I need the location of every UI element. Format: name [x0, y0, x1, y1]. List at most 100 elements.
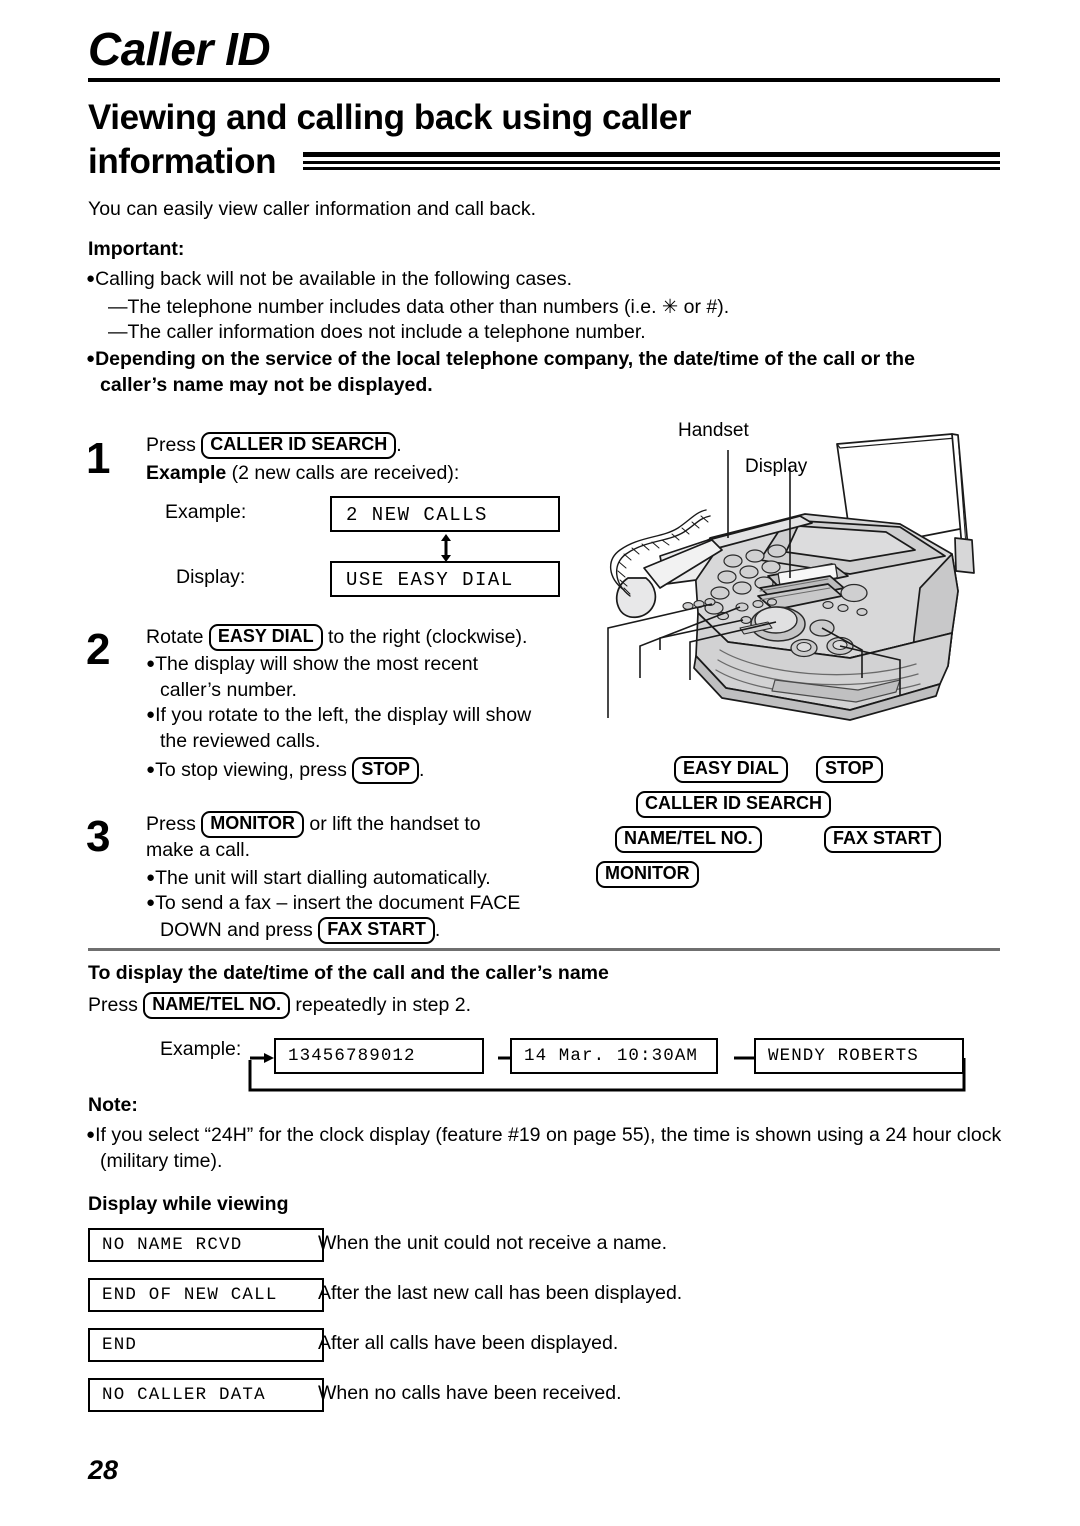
note-body: ●If you select “24H” for the clock displ… [86, 1122, 1006, 1175]
section-title-line1: Viewing and calling back using caller [88, 98, 692, 137]
lcd-use-easy-dial: USE EASY DIAL [330, 561, 560, 597]
step-3-bullet-1-text: The unit will start dialling automatical… [155, 866, 491, 889]
flow-box-number: 13456789012 [274, 1038, 484, 1074]
display-while-viewing-heading: Display while viewing [88, 1193, 289, 1215]
note-line-2: (military time). [100, 1150, 223, 1173]
step-2-stop-post: . [419, 758, 425, 781]
display-while-viewing-desc-4: When no calls have been received. [318, 1382, 622, 1404]
callout-key-name-tel-no[interactable]: NAME/TEL NO. [615, 826, 762, 853]
step-2-bullet-1-line1: The display will show the most recent [155, 652, 479, 675]
bullet-dot-icon: ● [146, 760, 156, 778]
chapter-rule [88, 78, 1000, 82]
important-dash-1: —The telephone number includes data othe… [108, 296, 730, 318]
lcd-end-of-new-call: END OF NEW CALL [88, 1278, 324, 1312]
step-3-bullet-2-pre: DOWN and press [160, 919, 313, 942]
step-2-bullet-2-line2: the reviewed calls. [160, 730, 321, 753]
step-2-bullet-3: ●To stop viewing, press STOP. [146, 756, 586, 784]
section-title-line2: information [88, 141, 277, 181]
bullet-dot-icon: ● [86, 270, 96, 287]
manual-page: Caller ID Viewing and calling back using… [0, 0, 1080, 1526]
datetime-press-line: Press NAME/TEL NO. repeatedly in step 2. [88, 992, 471, 1019]
display-while-viewing-desc-1: When the unit could not receive a name. [318, 1232, 668, 1254]
bullet-dot-icon: ● [146, 706, 156, 724]
step-3-bullet-2: ●To send a fax – insert the document FAC… [146, 891, 576, 917]
step-1-example-label: Example [146, 461, 227, 484]
lcd-no-caller-data: NO CALLER DATA [88, 1378, 324, 1412]
fax-machine-illustration: Handset Display [600, 420, 1010, 888]
section-divider [88, 948, 1000, 951]
step-1-example-rest: (2 new calls are received): [231, 461, 460, 484]
datetime-press-post: repeatedly in step 2. [295, 994, 471, 1016]
step-3-body: Press MONITOR or lift the handset to mak… [146, 811, 576, 945]
callout-key-fax-start[interactable]: FAX START [824, 826, 941, 853]
step-number-2: 2 [86, 625, 111, 674]
page-number: 28 [88, 1455, 119, 1485]
important-bullet-2-line1: Depending on the service of the local te… [95, 348, 915, 370]
step-2-bullet-2-line1: If you rotate to the left, the display w… [155, 704, 532, 727]
bullet-dot-icon: ● [146, 868, 156, 886]
step-3-bullet-2-post: . [434, 919, 441, 942]
important-bullet-2-line2: caller’s name may not be displayed. [100, 373, 433, 396]
section-title-decoration [303, 152, 1000, 172]
callout-key-easy-dial[interactable]: EASY DIAL [674, 756, 788, 783]
step-1-period: . [396, 434, 402, 456]
step-3-bullet-2-line1: To send a fax – insert the document FACE [155, 892, 521, 915]
note-label: Note: [88, 1094, 138, 1116]
step-3-line-1-post: or lift the handset to [309, 813, 481, 835]
step-1-line-1: Press CALLER ID SEARCH. [146, 432, 576, 459]
intro-text: You can easily view caller information a… [88, 198, 537, 220]
bullet-dot-icon: ● [86, 350, 96, 367]
step-2-rotate-label: Rotate [146, 626, 204, 648]
note-line-1: If you select “24H” for the clock displa… [95, 1124, 1002, 1146]
step-2-line-1-post: to the right (clockwise). [327, 626, 528, 648]
fax-machine-drawing [607, 433, 975, 721]
step-3-press-label: Press [146, 813, 196, 835]
step-number-3: 3 [86, 812, 111, 861]
key-caller-id-search[interactable]: CALLER ID SEARCH [201, 432, 397, 459]
step-2-stop-pre: To stop viewing, press [155, 758, 347, 781]
important-bullet-2: ●Depending on the service of the local t… [86, 347, 1006, 399]
step-number-1: 1 [86, 434, 111, 483]
bullet-dot-icon: ● [86, 1126, 96, 1143]
callout-handset-label: Handset [678, 420, 749, 441]
step-2-line-1: Rotate EASY DIAL to the right (clockwise… [146, 624, 586, 651]
flow-box-name: WENDY ROBERTS [754, 1038, 964, 1074]
step-1-body: Press CALLER ID SEARCH. Example (2 new c… [146, 432, 576, 487]
step-2-bullet-1-line2: caller’s number. [160, 678, 297, 701]
bullet-dot-icon: ● [146, 654, 156, 672]
datetime-heading: To display the date/time of the call and… [88, 962, 609, 984]
bullet-dot-icon: ● [146, 894, 156, 912]
step-1-row-2-label: Display: [176, 566, 246, 588]
important-dash-2: —The caller information does not include… [108, 321, 646, 343]
lcd-end: END [88, 1328, 324, 1362]
callout-key-monitor[interactable]: MONITOR [596, 861, 699, 888]
flow-box-datetime: 14 Mar. 10:30AM [510, 1038, 718, 1074]
display-while-viewing-desc-2: After the last new call has been display… [318, 1282, 683, 1304]
key-name-tel-no[interactable]: NAME/TEL NO. [143, 992, 290, 1019]
step-1-line-2: Example (2 new calls are received): [146, 461, 576, 487]
key-fax-start[interactable]: FAX START [318, 917, 435, 945]
key-stop[interactable]: STOP [352, 756, 420, 784]
step-2-body: Rotate EASY DIAL to the right (clockwise… [146, 624, 586, 784]
datetime-example-label: Example: [160, 1038, 242, 1060]
step-2-bullet-2: ●If you rotate to the left, the display … [146, 703, 586, 729]
lcd-no-name-rcvd: NO NAME RCVD [88, 1228, 324, 1262]
datetime-press-pre: Press [88, 994, 138, 1016]
display-while-viewing-desc-3: After all calls have been displayed. [318, 1332, 619, 1354]
step-1-press-label: Press [146, 434, 196, 456]
key-monitor[interactable]: MONITOR [201, 811, 304, 838]
callout-display-label: Display [745, 456, 808, 477]
step-1-row-1-label: Example: [165, 501, 247, 523]
step-3-bullet-1: ●The unit will start dialling automatica… [146, 866, 576, 892]
double-arrow-icon [441, 534, 451, 562]
key-easy-dial[interactable]: EASY DIAL [208, 624, 323, 651]
step-3-line-2: make a call. [146, 838, 251, 861]
important-bullet-1: ●Calling back will not be available in t… [86, 268, 572, 291]
step-3-line-1: Press MONITOR or lift the handset to [146, 811, 576, 838]
chapter-title: Caller ID [88, 23, 271, 75]
step-3-bullet-2-line2: DOWN and press FAX START. [146, 917, 576, 945]
step-2-bullet-1: ●The display will show the most recent [146, 652, 586, 678]
important-label: Important: [88, 238, 185, 260]
callout-key-caller-id-search[interactable]: CALLER ID SEARCH [636, 791, 832, 818]
callout-key-stop[interactable]: STOP [816, 756, 883, 783]
